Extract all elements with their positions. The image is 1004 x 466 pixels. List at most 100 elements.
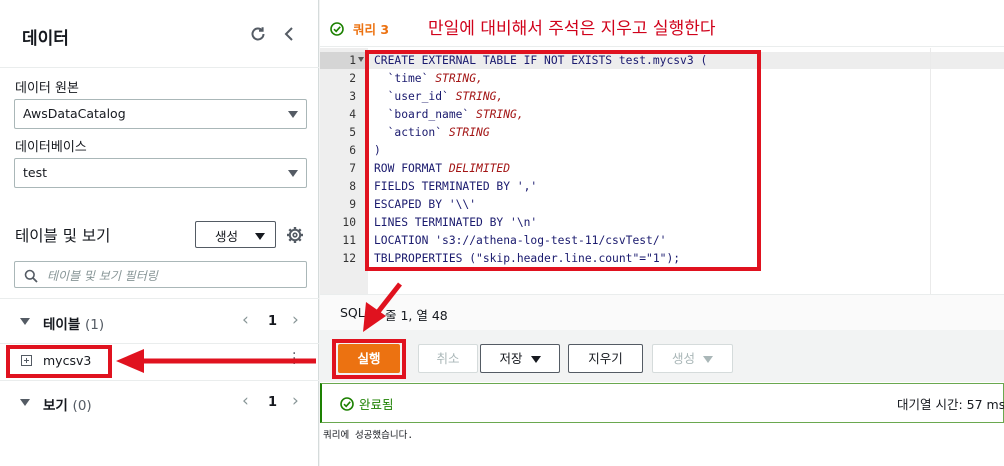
annotation-text: 만일에 대비해서 주석은 지우고 실행한다	[428, 19, 716, 39]
check-circle-icon	[340, 396, 354, 411]
line-number: 6	[349, 144, 356, 157]
queue-time: 대기열 시간: 57 ms	[897, 397, 1004, 412]
code-line: TBLPROPERTIES ("skip.header.line.count"=…	[374, 252, 680, 265]
gear-icon[interactable]	[286, 226, 304, 244]
caret-down-icon	[288, 170, 298, 177]
expand-tables-icon[interactable]	[20, 318, 30, 325]
cancel-button[interactable]: 취소	[418, 344, 478, 373]
code-text: ROW FORMAT	[374, 162, 443, 175]
clear-button[interactable]: 지우기	[568, 344, 643, 373]
completed-status: 완료됨	[359, 397, 394, 412]
annotation-box-run	[332, 339, 406, 379]
code-type: DELIMITED	[442, 162, 511, 175]
fold-arrow-icon[interactable]	[358, 57, 364, 62]
line-number: 2	[349, 72, 356, 85]
code-line: `time` STRING,	[374, 72, 483, 85]
editor-status-bar: SQL 줄 1, 열 48	[320, 294, 1004, 330]
database-label: 데이터베이스	[15, 140, 87, 155]
divider	[0, 343, 319, 344]
line-number: 12	[342, 252, 356, 265]
code-line: FIELDS TERMINATED BY ','	[374, 180, 537, 193]
result-message: 쿼리에 성공했습니다.	[323, 430, 414, 441]
database-select[interactable]: test	[14, 158, 307, 188]
refresh-icon[interactable]	[248, 24, 268, 44]
views-page-number: 1	[268, 395, 278, 410]
views-group-title[interactable]: 보기 (0)	[43, 394, 92, 414]
code-text: LINES TERMINATED BY '\n'	[374, 216, 538, 229]
code-line: `user_id` STRING,	[374, 90, 504, 103]
database-value: test	[23, 165, 48, 180]
caret-down-icon	[703, 356, 713, 363]
code-line: LOCATION 's3://athena-log-test-11/csvTes…	[374, 234, 666, 247]
sql-editor[interactable]: 1 CREATE EXTERNAL TABLE IF NOT EXISTS tes…	[320, 48, 1004, 294]
code-line: `board_name` STRING,	[374, 108, 524, 121]
tables-group-title[interactable]: 테이블 (1)	[43, 313, 104, 333]
line-number: 1	[349, 54, 356, 67]
next-page-icon[interactable]: ›	[292, 391, 299, 411]
next-page-icon[interactable]: ›	[292, 310, 299, 330]
code-text: `action`	[374, 126, 443, 139]
code-type: STRING,	[428, 72, 483, 85]
query-action-bar: 실행 취소 저장 지우기 생성	[320, 330, 1004, 382]
search-icon	[24, 268, 38, 283]
prev-page-icon[interactable]: ‹	[242, 310, 249, 330]
line-number: 11	[342, 234, 356, 247]
kebab-menu-icon[interactable]: · · ·	[292, 347, 296, 371]
code-text: `time`	[374, 72, 429, 85]
save-button[interactable]: 저장	[480, 344, 560, 373]
code-type: STRING,	[469, 108, 524, 121]
code-line: LINES TERMINATED BY '\n'	[374, 216, 537, 229]
line-number: 4	[349, 108, 356, 121]
data-panel: 데이터 데이터 원본 AwsDataCatalog 데이터베이스 test 테이…	[0, 0, 319, 466]
code-text: TBLPROPERTIES ("skip.header.line.count"=…	[374, 252, 681, 265]
annotation-box-table	[6, 345, 112, 378]
table-filter-input[interactable]: 테이블 및 보기 필터링	[14, 261, 307, 288]
data-source-label: 데이터 원본	[15, 81, 79, 96]
tables-views-title: 테이블 및 보기	[15, 227, 111, 245]
collapse-chevron-icon[interactable]	[279, 24, 299, 44]
create-button-label: 생성	[215, 229, 239, 244]
caret-down-icon	[255, 233, 265, 240]
print-margin	[930, 48, 931, 294]
data-source-value: AwsDataCatalog	[23, 106, 126, 121]
data-panel-header: 데이터	[0, 0, 319, 68]
line-number: 7	[349, 162, 356, 175]
data-source-select[interactable]: AwsDataCatalog	[14, 99, 307, 129]
code-type: STRING	[442, 126, 490, 139]
tables-count: (1)	[84, 317, 105, 333]
query-tab[interactable]: 쿼리 3	[353, 19, 389, 38]
code-text: ESCAPED BY '\\'	[374, 198, 477, 211]
code-line: `action` STRING	[374, 126, 490, 139]
expand-views-icon[interactable]	[20, 399, 30, 406]
views-group-label: 보기	[43, 398, 68, 414]
code-line: )	[374, 144, 381, 157]
divider	[0, 298, 319, 299]
views-count: (0)	[72, 398, 92, 414]
query-result-status: 완료됨 대기열 시간: 57 ms	[320, 383, 1004, 423]
line-number: 10	[342, 216, 356, 229]
data-panel-title: 데이터	[22, 29, 69, 49]
code-line: ROW FORMAT DELIMITED	[374, 162, 510, 175]
caret-down-icon	[288, 111, 298, 118]
code-text: LOCATION 's3://athena-log-test-11/csvTes…	[374, 234, 667, 247]
create-button[interactable]: 생성	[652, 344, 733, 373]
code-text: FIELDS TERMINATED BY ','	[374, 180, 538, 193]
line-number: 9	[349, 198, 356, 211]
tables-page-number: 1	[268, 314, 278, 329]
query-tab-bar: 쿼리 3 만일에 대비해서 주석은 지우고 실행한다	[320, 0, 1004, 47]
code-type: STRING,	[448, 90, 504, 103]
prev-page-icon[interactable]: ‹	[242, 391, 249, 411]
code-text: `board_name`	[374, 108, 470, 121]
create-button-label: 생성	[671, 351, 695, 366]
caret-down-icon	[530, 356, 541, 363]
check-circle-icon	[330, 21, 344, 36]
line-number: 5	[349, 126, 356, 139]
tables-group-label: 테이블	[43, 317, 81, 333]
cursor-position: 줄 1, 열 48	[385, 308, 448, 323]
line-number: 8	[349, 180, 356, 193]
create-table-button[interactable]: 생성	[195, 221, 276, 248]
query-editor-panel: 쿼리 3 만일에 대비해서 주석은 지우고 실행한다 1 CREATE EXTER…	[320, 0, 1004, 466]
code-text: )	[374, 144, 381, 157]
line-number: 3	[349, 90, 356, 103]
language-indicator: SQL	[340, 305, 365, 320]
